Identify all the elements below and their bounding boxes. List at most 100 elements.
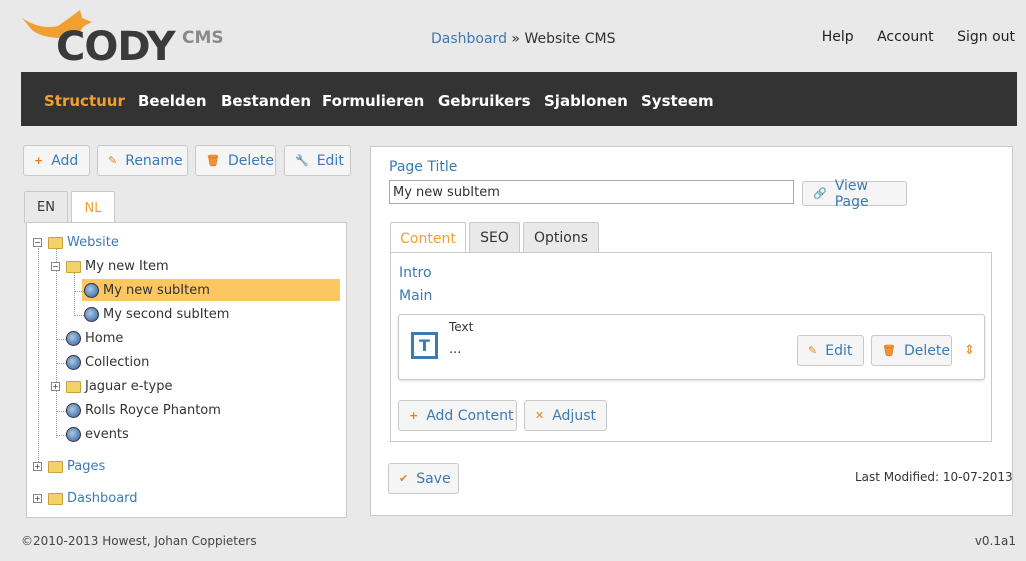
tree-node-label: My new Item <box>85 259 169 274</box>
tree-node-label: Collection <box>85 355 150 370</box>
plus-icon: + <box>34 154 44 167</box>
tree-node-jaguar[interactable]: Jaguar e-type <box>66 379 172 394</box>
tree-node-website[interactable]: Website <box>48 235 119 250</box>
collapse-website-toggle[interactable]: − <box>33 238 42 247</box>
trash-icon: 🗑 <box>206 154 220 167</box>
save-label: Save <box>416 470 451 487</box>
tree-node-pages[interactable]: Pages <box>48 459 105 474</box>
block-type-label: Text <box>449 320 474 334</box>
nav-item-systeem[interactable]: Systeem <box>641 92 714 110</box>
tree-node-collection[interactable]: Collection <box>66 355 149 370</box>
tab-seo[interactable]: SEO <box>469 222 520 253</box>
tree-node-events[interactable]: events <box>66 427 129 442</box>
tab-options[interactable]: Options <box>523 222 599 253</box>
account-link[interactable]: Account <box>877 29 934 45</box>
last-modified: Last Modified: 10-07-2013 <box>855 470 1013 484</box>
wrench-icon: 🔧 <box>295 154 309 167</box>
tree-connector <box>56 339 66 340</box>
tab-content[interactable]: Content <box>390 222 466 254</box>
view-page-button[interactable]: 🔗 View Page <box>802 178 907 210</box>
edit-block-label: Edit <box>825 342 853 359</box>
check-icon: ✔ <box>399 472 409 485</box>
version: v0.1a1 <box>974 534 1016 548</box>
nav-item-gebruikers[interactable]: Gebruikers <box>438 92 531 110</box>
tree-connector <box>56 248 57 438</box>
tree-node-rolls-royce[interactable]: Rolls Royce Phantom <box>66 403 221 418</box>
main-label: Main <box>399 288 433 304</box>
expand-jaguar-toggle[interactable]: + <box>51 382 60 391</box>
rename-label: Rename <box>125 152 183 169</box>
drag-handle-icon[interactable]: ⇕ <box>964 343 975 358</box>
nav-item-sjablonen[interactable]: Sjablonen <box>544 92 628 110</box>
view-page-label: View Page <box>834 177 869 210</box>
page-globe-icon <box>84 307 99 322</box>
adjust-label: Adjust <box>552 407 596 424</box>
adjust-button[interactable]: ✕ Adjust <box>524 400 607 431</box>
nav-item-structuur[interactable]: Structuur <box>44 92 125 110</box>
top-links: Help Account Sign out <box>803 29 1015 45</box>
nav-item-beelden[interactable]: Beelden <box>138 92 207 110</box>
page-globe-icon <box>66 403 81 418</box>
delete-label: Delete <box>227 152 274 169</box>
edit-node-button[interactable]: 🔧 Edit <box>284 145 351 176</box>
tree-connector <box>74 315 84 316</box>
block-preview: ... <box>449 342 462 357</box>
nav-item-formulieren[interactable]: Formulieren <box>322 92 424 110</box>
plus-icon: + <box>409 409 419 422</box>
folder-icon <box>48 236 63 249</box>
breadcrumb-separator: » <box>511 31 520 47</box>
tree-node-my-second-subitem[interactable]: My second subItem <box>84 307 229 322</box>
tree-node-label: Home <box>85 331 124 346</box>
tree-connector <box>56 435 66 436</box>
logo-text: CODY <box>56 24 176 70</box>
folder-icon <box>48 460 63 473</box>
tab-lang-nl[interactable]: NL <box>71 191 115 224</box>
expand-dashboard-toggle[interactable]: + <box>33 494 42 503</box>
pencil-icon: ✎ <box>808 344 818 357</box>
page-globe-icon <box>84 283 99 298</box>
tree-connector <box>74 272 75 316</box>
help-link[interactable]: Help <box>822 29 854 45</box>
page-globe-icon <box>66 427 81 442</box>
delete-block-button[interactable]: 🗑 Delete <box>871 335 952 366</box>
tree-connector <box>56 411 66 412</box>
tree-connector <box>56 363 66 364</box>
breadcrumb-current: Website CMS <box>524 31 616 47</box>
folder-icon <box>66 260 81 273</box>
nav-item-bestanden[interactable]: Bestanden <box>221 92 311 110</box>
rename-node-button[interactable]: ✎ Rename <box>97 145 188 176</box>
main-nav: Structuur Beelden Bestanden Formulieren … <box>21 72 1017 126</box>
delete-node-button[interactable]: 🗑 Delete <box>195 145 276 176</box>
tree-node-label: Jaguar e-type <box>85 379 173 394</box>
sign-out-link[interactable]: Sign out <box>957 29 1015 45</box>
tree-node-home[interactable]: Home <box>66 331 123 346</box>
add-label: Add <box>51 152 79 169</box>
edit-block-button[interactable]: ✎ Edit <box>797 335 864 366</box>
collapse-my-new-item-toggle[interactable]: − <box>51 262 60 271</box>
add-content-label: Add Content <box>426 407 514 424</box>
expand-pages-toggle[interactable]: + <box>33 462 42 471</box>
copyright: ©2010-2013 Howest, Johan Coppieters <box>21 534 257 548</box>
intro-label: Intro <box>399 265 432 281</box>
page-title-label: Page Title <box>389 159 458 175</box>
add-content-button[interactable]: + Add Content <box>398 400 517 431</box>
tree-node-label: Website <box>67 235 119 250</box>
tree-node-label: Rolls Royce Phantom <box>85 403 221 418</box>
page-globe-icon <box>66 331 81 346</box>
tree-node-label: My second subItem <box>103 307 230 322</box>
tree-node-label: My new subItem <box>103 283 210 298</box>
tree-node-my-new-item[interactable]: My new Item <box>66 259 169 274</box>
tab-lang-en[interactable]: EN <box>24 191 68 223</box>
page-globe-icon <box>66 355 81 370</box>
tree-connector <box>74 291 84 292</box>
trash-icon: 🗑 <box>882 344 896 357</box>
page-title-input[interactable] <box>389 180 794 204</box>
breadcrumb: Dashboard » Website CMS <box>431 31 615 47</box>
save-button[interactable]: ✔ Save <box>388 463 459 494</box>
tree-node-my-new-subitem[interactable]: My new subItem <box>84 283 210 298</box>
pencil-icon: ✎ <box>108 154 118 167</box>
breadcrumb-dashboard-link[interactable]: Dashboard <box>431 31 507 47</box>
cross-icon: ✕ <box>535 409 545 422</box>
tree-node-dashboard[interactable]: Dashboard <box>48 491 138 506</box>
add-node-button[interactable]: + Add <box>23 145 90 176</box>
